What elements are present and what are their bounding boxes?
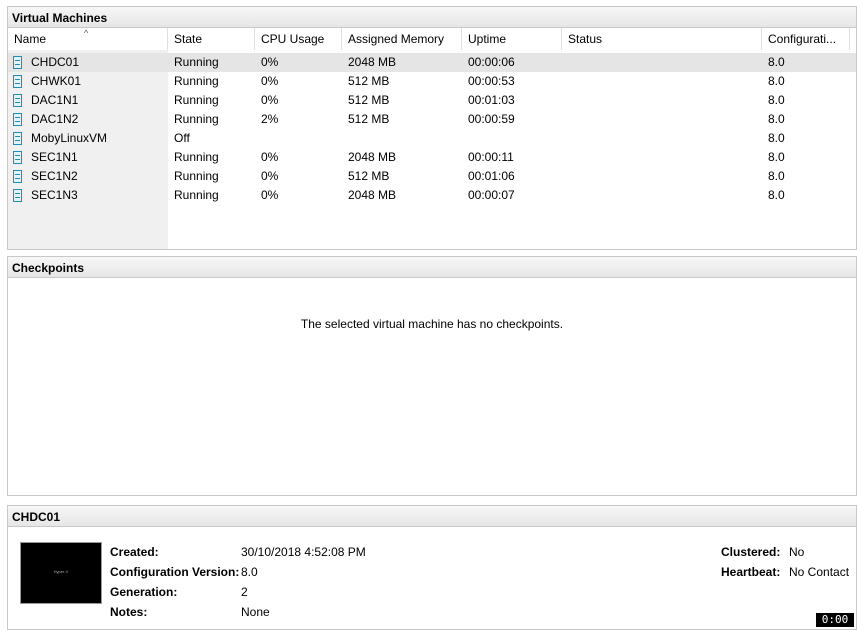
cell-name: SEC1N2 xyxy=(31,169,78,183)
cell-cpu: 0% xyxy=(261,150,279,164)
column-header-state[interactable]: State xyxy=(168,28,255,50)
virtual-machine-icon xyxy=(13,75,22,88)
column-header-name[interactable]: Name ^ xyxy=(8,28,168,50)
cell-state: Running xyxy=(174,93,219,107)
cell-uptime: 00:00:06 xyxy=(468,55,515,69)
sort-ascending-icon: ^ xyxy=(84,28,89,38)
table-row[interactable]: DAC1N2 Running 2% 512 MB 00:00:59 8.0 xyxy=(8,110,856,129)
notes-label: Notes: xyxy=(110,605,148,619)
clustered-value: No xyxy=(789,545,805,559)
table-row[interactable]: CHWK01 Running 0% 512 MB 00:00:53 8.0 xyxy=(8,72,856,91)
virtual-machines-header: Virtual Machines xyxy=(7,6,857,28)
virtual-machine-icon xyxy=(13,170,22,183)
virtual-machines-table: Name ^ State CPU Usage Assigned Memory U… xyxy=(7,28,857,250)
table-row[interactable]: SEC1N3 Running 0% 2048 MB 00:00:07 8.0 xyxy=(8,186,856,205)
configuration-version-value: 8.0 xyxy=(241,565,258,579)
cell-state: Running xyxy=(174,112,219,126)
cell-config: 8.0 xyxy=(768,74,785,88)
cell-cpu: 0% xyxy=(261,169,279,183)
cell-config: 8.0 xyxy=(768,93,785,107)
cell-state: Running xyxy=(174,169,219,183)
cell-name: DAC1N1 xyxy=(31,93,79,107)
virtual-machine-icon xyxy=(13,132,22,145)
checkpoints-header: Checkpoints xyxy=(7,256,857,278)
cell-uptime: 00:01:06 xyxy=(468,169,515,183)
cell-state: Off xyxy=(174,131,190,145)
details-panel: Hyper-V Created: 30/10/2018 4:52:08 PM C… xyxy=(7,527,857,630)
virtual-machine-icon xyxy=(13,151,22,164)
checkpoints-panel: The selected virtual machine has no chec… xyxy=(7,278,857,496)
cell-cpu: 0% xyxy=(261,93,279,107)
cell-state: Running xyxy=(174,188,219,202)
cell-config: 8.0 xyxy=(768,169,785,183)
cell-memory: 2048 MB xyxy=(348,150,397,164)
cell-name: DAC1N2 xyxy=(31,112,79,126)
heartbeat-label: Heartbeat: xyxy=(721,565,781,579)
cell-name: MobyLinuxVM xyxy=(31,131,108,145)
table-row[interactable]: SEC1N1 Running 0% 2048 MB 00:00:11 8.0 xyxy=(8,148,856,167)
no-checkpoints-message: The selected virtual machine has no chec… xyxy=(300,317,564,331)
heartbeat-value: No Contact xyxy=(789,565,850,579)
cell-state: Running xyxy=(174,74,219,88)
virtual-machine-icon xyxy=(13,113,22,126)
cell-name: CHWK01 xyxy=(31,74,82,88)
configuration-version-label: Configuration Version: xyxy=(110,565,240,579)
cell-config: 8.0 xyxy=(768,131,785,145)
checkpoints-title: Checkpoints xyxy=(12,261,85,275)
cell-state: Running xyxy=(174,150,219,164)
details-header: CHDC01 xyxy=(7,505,857,527)
cell-cpu: 0% xyxy=(261,74,279,88)
recording-timer: 0:00 xyxy=(815,612,855,628)
cell-uptime: 00:00:59 xyxy=(468,112,515,126)
cell-memory: 512 MB xyxy=(348,74,390,88)
cell-state: Running xyxy=(174,55,219,69)
table-row[interactable]: DAC1N1 Running 0% 512 MB 00:01:03 8.0 xyxy=(8,91,856,110)
table-row[interactable]: SEC1N2 Running 0% 512 MB 00:01:06 8.0 xyxy=(8,167,856,186)
generation-value: 2 xyxy=(241,585,248,599)
cell-memory: 512 MB xyxy=(348,93,390,107)
cell-config: 8.0 xyxy=(768,112,785,126)
cell-cpu: 0% xyxy=(261,188,279,202)
cell-config: 8.0 xyxy=(768,55,785,69)
cell-uptime: 00:00:07 xyxy=(468,188,515,202)
virtual-machines-title: Virtual Machines xyxy=(12,11,108,25)
cell-cpu: 2% xyxy=(261,112,279,126)
column-header-uptime[interactable]: Uptime xyxy=(462,28,562,50)
virtual-machine-icon xyxy=(13,56,22,69)
details-title: CHDC01 xyxy=(12,510,61,524)
vm-thumbnail-text: Hyper-V xyxy=(53,569,69,574)
cell-config: 8.0 xyxy=(768,188,785,202)
cell-name: SEC1N3 xyxy=(31,188,78,202)
cell-uptime: 00:00:11 xyxy=(468,150,514,164)
cell-memory: 512 MB xyxy=(348,112,390,126)
cell-memory: 2048 MB xyxy=(348,188,397,202)
virtual-machine-icon xyxy=(13,94,22,107)
cell-memory: 2048 MB xyxy=(348,55,397,69)
notes-value: None xyxy=(241,605,270,619)
cell-memory: 512 MB xyxy=(348,169,390,183)
cell-uptime: 00:01:03 xyxy=(468,93,515,107)
cell-uptime: 00:00:53 xyxy=(468,74,515,88)
vm-thumbnail[interactable]: Hyper-V xyxy=(20,542,102,604)
column-header-configuration[interactable]: Configurati... xyxy=(762,28,850,50)
cell-name: SEC1N1 xyxy=(31,150,78,164)
created-label: Created: xyxy=(110,545,159,559)
virtual-machine-icon xyxy=(13,189,22,202)
created-value: 30/10/2018 4:52:08 PM xyxy=(241,545,366,559)
column-header-cpu-usage[interactable]: CPU Usage xyxy=(255,28,342,50)
cell-config: 8.0 xyxy=(768,150,785,164)
generation-label: Generation: xyxy=(110,585,178,599)
column-header-status[interactable]: Status xyxy=(562,28,762,50)
column-header-assigned-memory[interactable]: Assigned Memory xyxy=(342,28,462,50)
cell-name: CHDC01 xyxy=(31,55,80,69)
table-row[interactable]: MobyLinuxVM Off 8.0 xyxy=(8,129,856,148)
clustered-label: Clustered: xyxy=(721,545,781,559)
table-row[interactable]: CHDC01 Running 0% 2048 MB 00:00:06 8.0 xyxy=(8,53,856,72)
cell-cpu: 0% xyxy=(261,55,279,69)
